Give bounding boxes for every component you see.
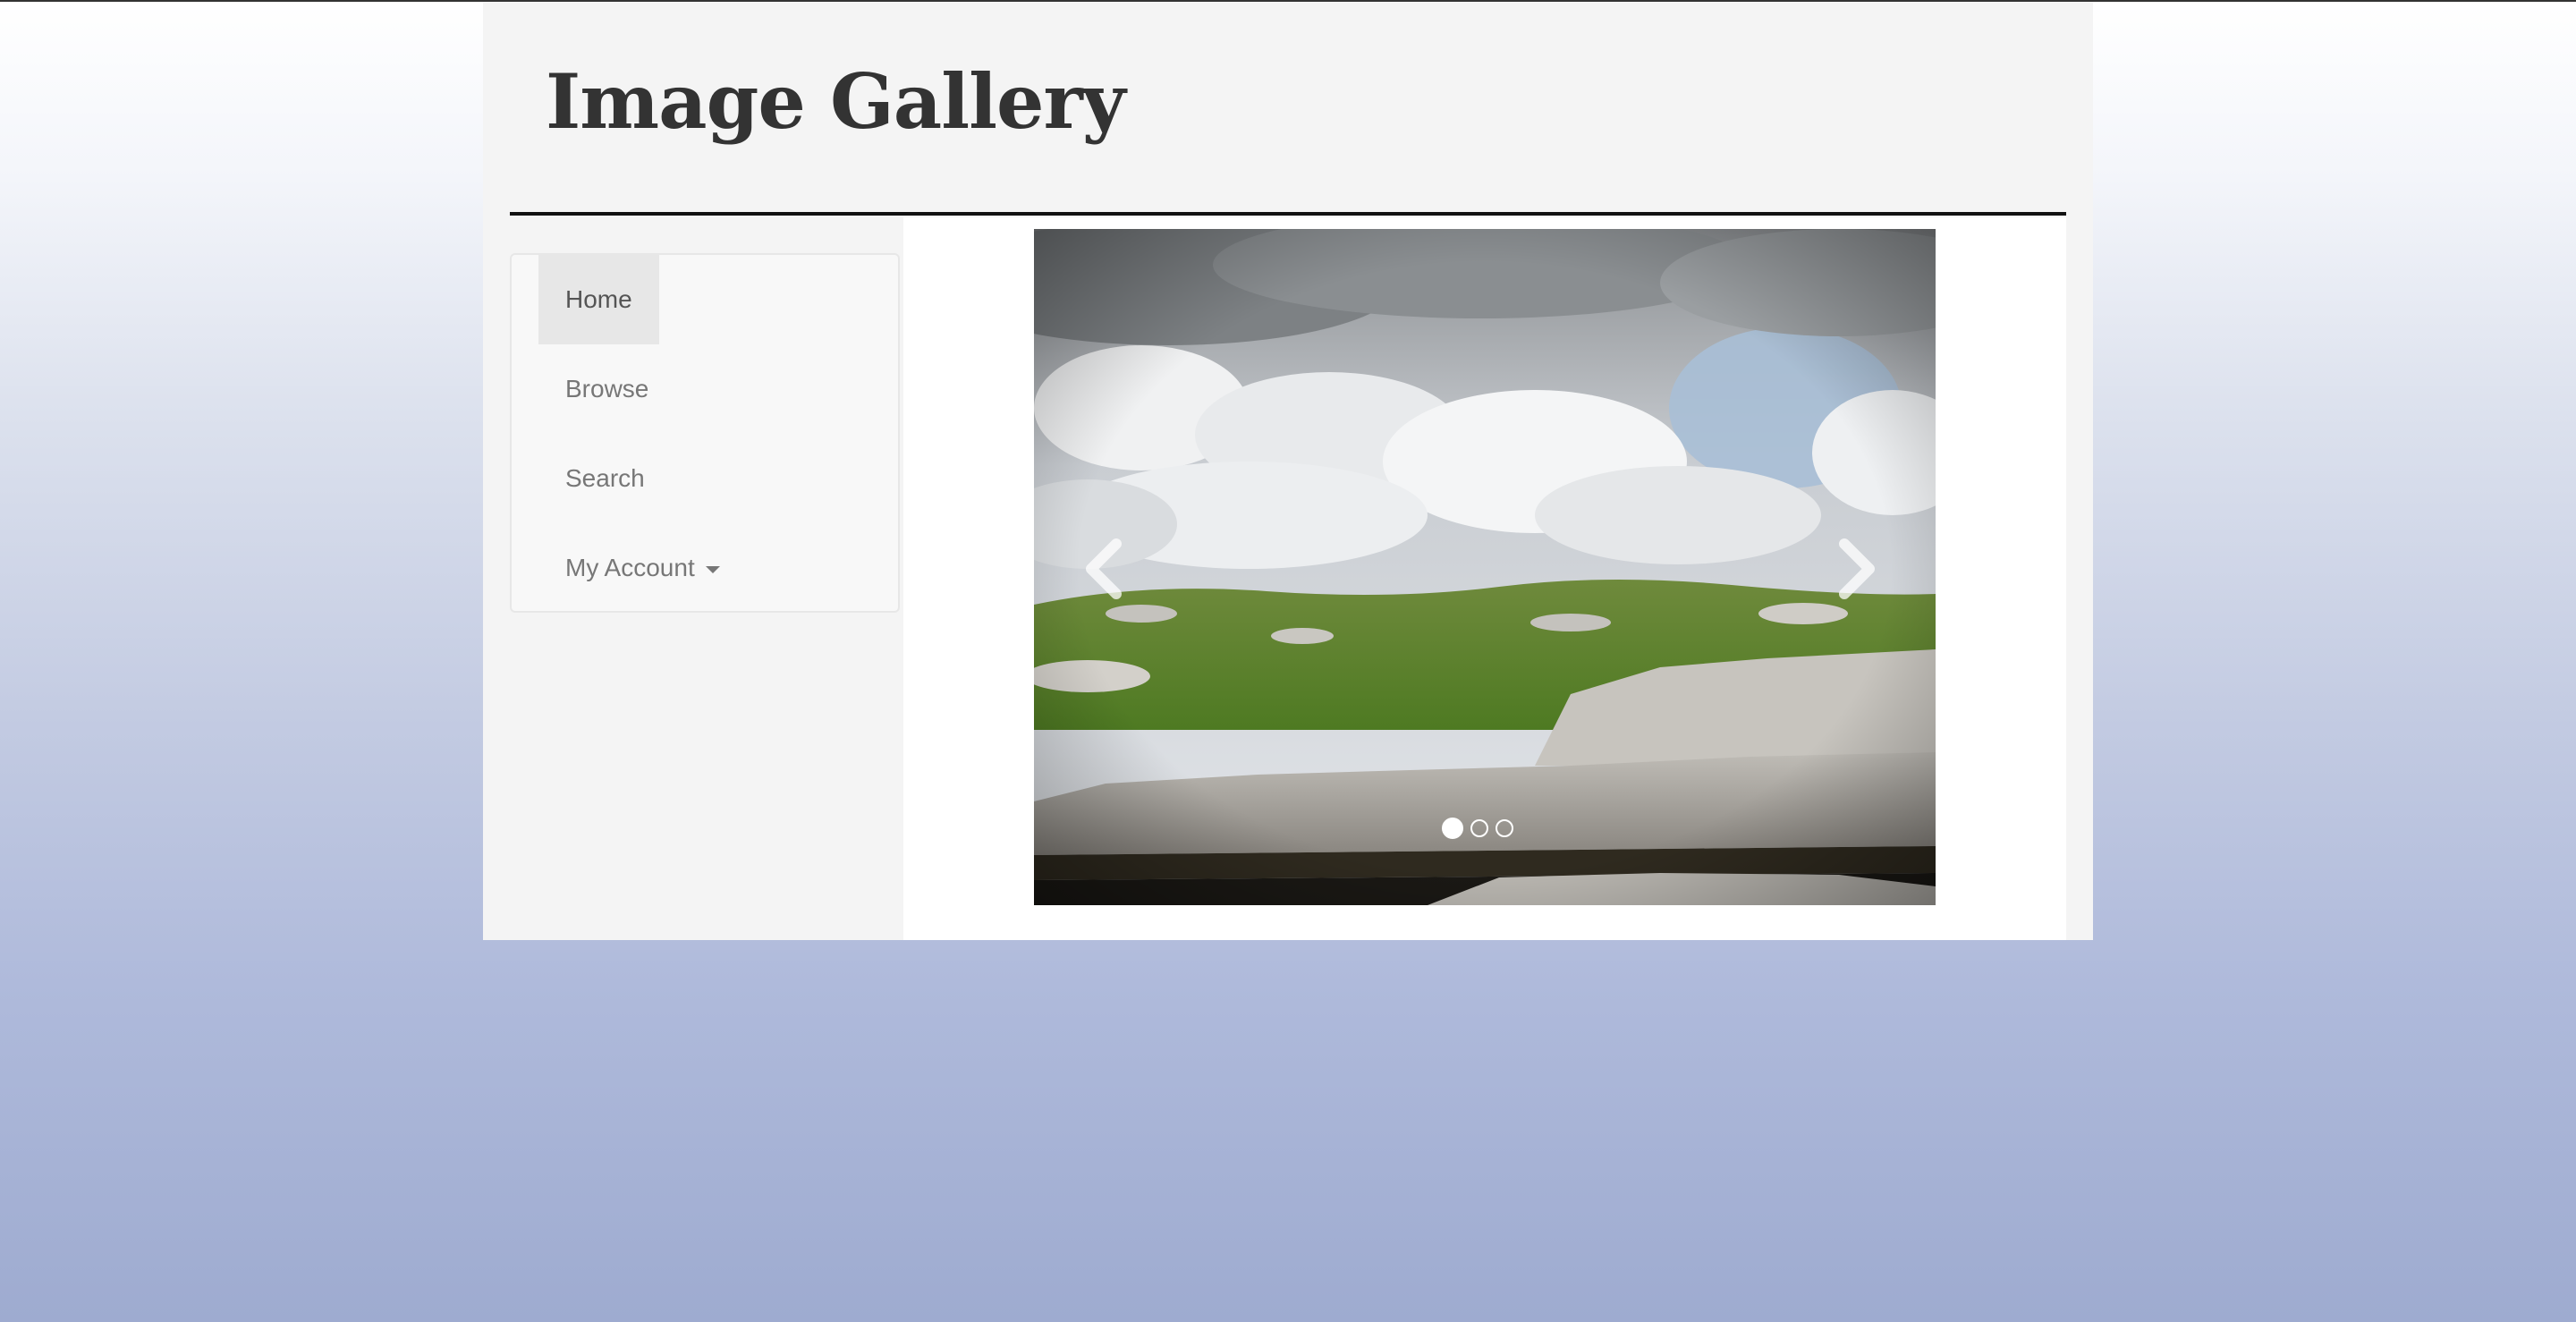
chevron-right-icon — [1839, 538, 1875, 599]
nav-item-label: Home — [565, 285, 632, 313]
sidebar-nav: Home Browse Search My Account — [510, 253, 900, 613]
header-divider — [510, 212, 2066, 216]
nav-item-label: Browse — [565, 375, 649, 403]
caret-down-icon — [705, 565, 720, 573]
nav-item-label: My Account — [565, 554, 695, 581]
nav-item-label: Search — [565, 464, 645, 492]
image-carousel — [1034, 229, 1936, 905]
page-container: Image Gallery Home Browse Search My Acco… — [483, 2, 2093, 940]
main-content — [903, 217, 2066, 940]
nav-item-search[interactable]: Search — [538, 434, 672, 523]
nav-item-browse[interactable]: Browse — [538, 344, 675, 434]
carousel-slide-image — [1034, 229, 1936, 905]
nav-item-home[interactable]: Home — [538, 255, 659, 344]
chevron-left-icon — [1086, 538, 1122, 599]
carousel-indicators — [1442, 818, 1513, 841]
carousel-indicator-2[interactable] — [1470, 819, 1488, 837]
carousel-prev-button[interactable] — [1070, 515, 1141, 623]
carousel-next-button[interactable] — [1819, 515, 1891, 623]
carousel-indicator-1[interactable] — [1442, 818, 1463, 839]
carousel-indicator-3[interactable] — [1496, 819, 1513, 837]
site-title: Image Gallery — [546, 57, 1126, 146]
nav-item-my-account[interactable]: My Account — [538, 523, 747, 613]
